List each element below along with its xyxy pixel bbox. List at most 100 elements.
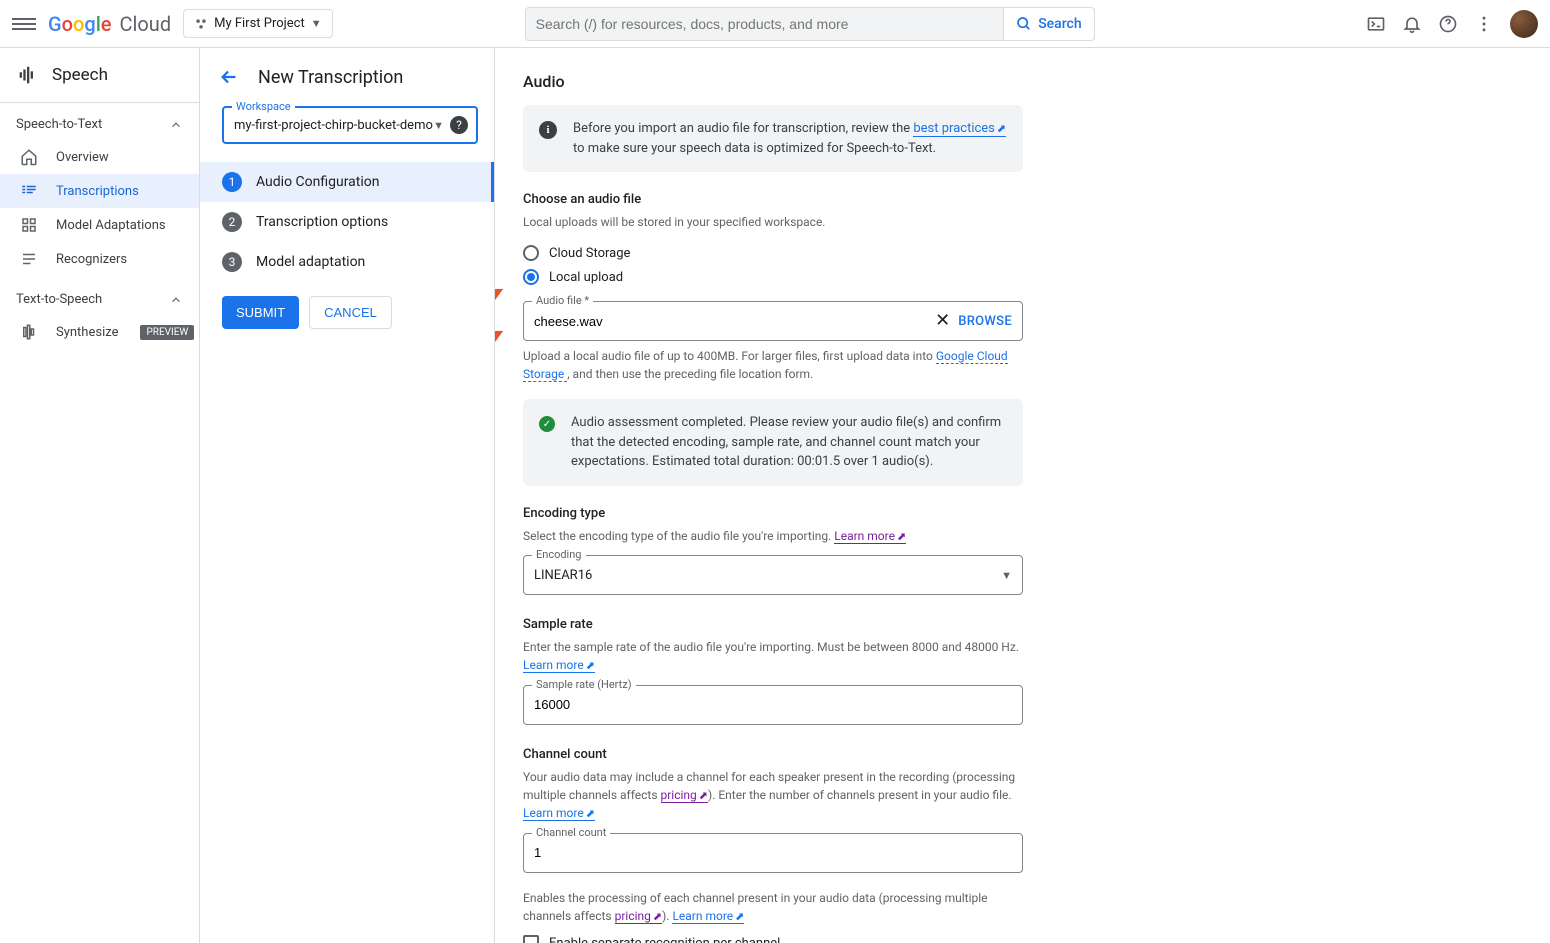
external-link-icon: ⬈ — [653, 910, 662, 923]
recognizers-label: Recognizers — [56, 252, 127, 267]
step-number: 2 — [222, 212, 242, 232]
channel-count-input[interactable] — [534, 845, 1012, 860]
step-label: Transcription options — [256, 214, 388, 230]
tts-section-header[interactable]: Text-to-Speech — [0, 284, 199, 315]
choose-file-heading: Choose an audio file — [523, 192, 1522, 207]
search-input[interactable] — [526, 16, 1004, 32]
info-icon: i — [539, 121, 557, 139]
service-title-label: Speech — [52, 65, 108, 85]
stt-header-label: Speech-to-Text — [16, 117, 102, 132]
external-link-icon: ⬈ — [699, 789, 708, 802]
step-audio-configuration[interactable]: 1 Audio Configuration — [200, 162, 494, 202]
sidebar-item-synthesize[interactable]: Synthesize PREVIEW — [0, 315, 199, 349]
sidebar-item-model-adaptations[interactable]: Model Adaptations — [0, 208, 199, 242]
radio-icon — [523, 269, 539, 285]
radio-cloud-storage[interactable]: Cloud Storage — [523, 241, 1522, 265]
overview-label: Overview — [56, 150, 109, 165]
check-icon: ✓ — [539, 416, 555, 432]
arrow-annotation-icon — [495, 326, 509, 366]
project-name: My First Project — [214, 16, 305, 31]
encoding-label: Encoding — [532, 548, 586, 561]
learn-more-separate-link[interactable]: Learn more⬈ — [672, 909, 744, 924]
info-text-after: to make sure your speech data is optimiz… — [573, 141, 936, 156]
cloud-shell-icon[interactable] — [1366, 14, 1386, 34]
external-link-icon: ⬈ — [897, 530, 906, 543]
separate-recognition-checkbox[interactable]: Enable separate recognition per channel. — [523, 935, 1522, 943]
sample-rate-label: Sample rate (Hertz) — [532, 678, 636, 691]
dropdown-icon: ▼ — [433, 119, 444, 132]
account-avatar[interactable] — [1510, 10, 1538, 38]
step-label: Model adaptation — [256, 254, 365, 270]
chevron-up-icon — [169, 118, 183, 132]
radio-local-label: Local upload — [549, 270, 623, 285]
cancel-button[interactable]: CANCEL — [309, 296, 392, 329]
dropdown-icon: ▼ — [311, 17, 322, 30]
service-title: Speech — [0, 48, 199, 103]
separate-checkbox-label: Enable separate recognition per channel. — [549, 936, 784, 943]
arrow-annotation-icon — [495, 284, 509, 324]
speech-icon — [16, 64, 38, 86]
encoding-help: Select the encoding type of the audio fi… — [523, 527, 1023, 546]
notifications-icon[interactable] — [1402, 14, 1422, 34]
radio-local-upload[interactable]: Local upload — [523, 265, 1522, 289]
transcriptions-label: Transcriptions — [56, 184, 139, 199]
step-model-adaptation[interactable]: 3 Model adaptation — [200, 242, 494, 282]
channel-count-help: Your audio data may include a channel fo… — [523, 768, 1023, 823]
audio-section-title: Audio — [523, 72, 1522, 91]
learn-more-encoding-link[interactable]: Learn more⬈ — [834, 529, 906, 544]
channel-count-heading: Channel count — [523, 747, 1522, 762]
search-icon — [1016, 16, 1032, 32]
back-arrow-icon[interactable] — [218, 66, 240, 88]
nav-menu-button[interactable] — [12, 12, 36, 36]
pricing-link[interactable]: pricing⬈ — [661, 788, 709, 803]
searchbar[interactable]: Search — [525, 7, 1095, 41]
adaptations-icon — [20, 216, 38, 234]
sidebar-item-recognizers[interactable]: Recognizers — [0, 242, 199, 276]
info-text-before: Before you import an audio file for tran… — [573, 121, 913, 136]
best-practices-link[interactable]: best practices⬈ — [913, 121, 1006, 137]
workspace-label: Workspace — [232, 100, 295, 113]
clear-icon[interactable]: ✕ — [935, 312, 950, 330]
audio-file-input[interactable] — [534, 314, 935, 329]
project-picker[interactable]: My First Project ▼ — [183, 9, 333, 38]
sidebar-item-overview[interactable]: Overview — [0, 140, 199, 174]
transcriptions-icon — [20, 182, 38, 200]
channel-count-label: Channel count — [532, 826, 610, 839]
assessment-text: Audio assessment completed. Please revie… — [571, 413, 1007, 472]
submit-button[interactable]: SUBMIT — [222, 296, 299, 329]
pricing-link-2[interactable]: pricing⬈ — [615, 909, 663, 924]
logo-cloud-text: Cloud — [120, 12, 172, 36]
external-link-icon: ⬈ — [997, 122, 1006, 135]
search-button[interactable]: Search — [1003, 8, 1093, 40]
learn-more-sample-link[interactable]: Learn more⬈ — [523, 658, 595, 673]
separate-recognition-help: Enables the processing of each channel p… — [523, 889, 1023, 926]
radio-cloud-label: Cloud Storage — [549, 246, 630, 261]
adaptations-label: Model Adaptations — [56, 218, 166, 233]
recognizers-icon — [20, 250, 38, 268]
learn-more-channel-link[interactable]: Learn more⬈ — [523, 806, 595, 821]
main-content: Audio i Before you import an audio file … — [495, 48, 1550, 943]
sidebar-item-transcriptions[interactable]: Transcriptions — [0, 174, 199, 208]
step-number: 1 — [222, 172, 242, 192]
synthesize-label: Synthesize — [56, 325, 118, 340]
sample-rate-heading: Sample rate — [523, 617, 1522, 632]
audio-file-field[interactable]: Audio file * ✕ BROWSE — [523, 301, 1023, 341]
stt-section-header[interactable]: Speech-to-Text — [0, 109, 199, 140]
more-icon[interactable] — [1474, 14, 1494, 34]
sample-rate-input[interactable] — [534, 697, 1012, 712]
choose-file-subtext: Local uploads will be stored in your spe… — [523, 213, 1023, 231]
sample-rate-help: Enter the sample rate of the audio file … — [523, 638, 1023, 675]
step-transcription-options[interactable]: 2 Transcription options — [200, 202, 494, 242]
step-label: Audio Configuration — [256, 174, 379, 190]
channel-count-field[interactable]: Channel count — [523, 833, 1023, 873]
google-cloud-logo[interactable]: Google Cloud — [48, 12, 171, 36]
help-icon[interactable]: ? — [450, 116, 468, 134]
encoding-value: LINEAR16 — [534, 568, 1001, 583]
sample-rate-field[interactable]: Sample rate (Hertz) — [523, 685, 1023, 725]
browse-button[interactable]: BROWSE — [958, 314, 1012, 329]
help-icon[interactable] — [1438, 14, 1458, 34]
synthesize-icon — [20, 323, 38, 341]
search-button-label: Search — [1038, 16, 1081, 32]
encoding-select[interactable]: Encoding LINEAR16 ▼ — [523, 555, 1023, 595]
workspace-select[interactable]: Workspace my-first-project-chirp-bucket-… — [222, 106, 478, 144]
